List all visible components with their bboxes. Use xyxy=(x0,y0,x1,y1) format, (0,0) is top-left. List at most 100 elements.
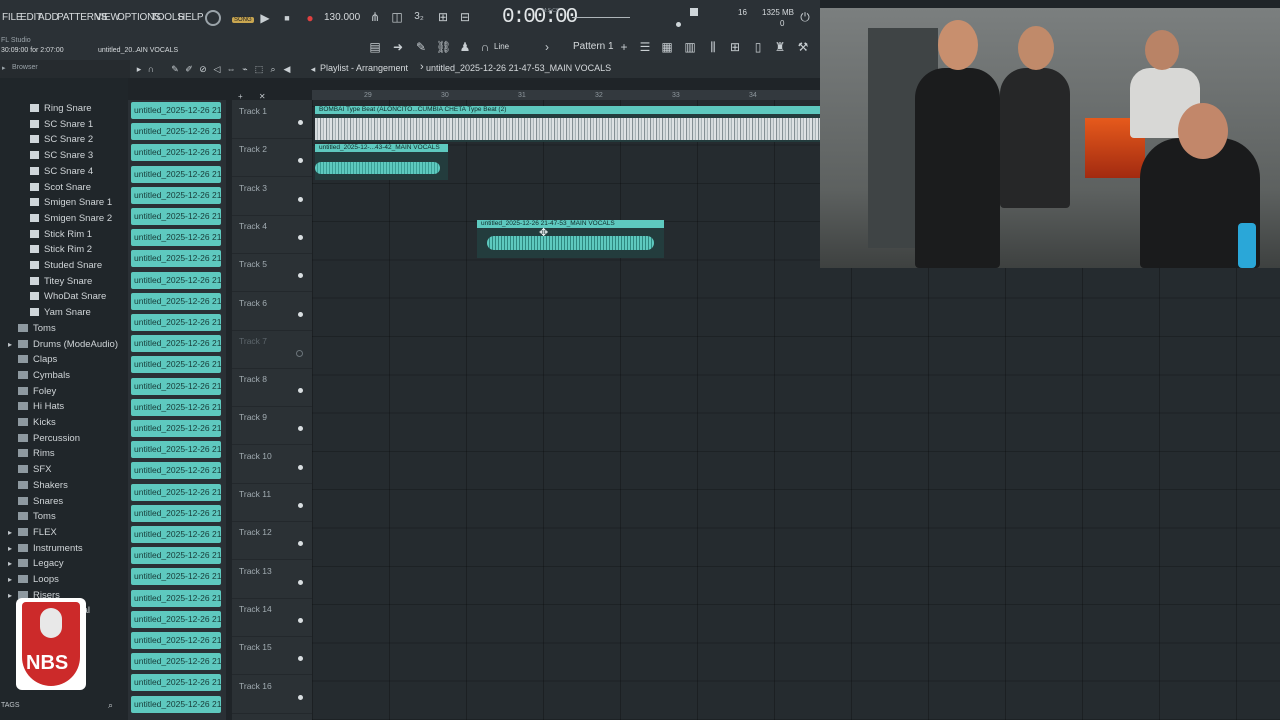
select-tool-icon[interactable]: ⬚ xyxy=(252,62,266,76)
track-enable-toggle[interactable] xyxy=(298,158,303,164)
track-header[interactable]: Track 1 xyxy=(232,100,312,139)
clip-source-item[interactable]: untitled_2025-12-26 21- xyxy=(131,271,221,289)
paint-tool-icon[interactable]: ✐ xyxy=(182,62,196,76)
stamp-icon[interactable]: ♟ xyxy=(458,40,472,54)
clip-source-item[interactable]: untitled_2025-12-26 21- xyxy=(131,314,221,331)
clip-source-item[interactable]: untitled_2025-12-26 21- xyxy=(131,250,221,268)
browser-item[interactable]: ▸ Loops xyxy=(8,574,59,588)
clip-source-item[interactable]: untitled_2025-12-26 21- xyxy=(131,356,221,374)
clip-source-item[interactable]: untitled_2025-12-26 21- xyxy=(131,504,221,522)
track-header[interactable]: Track 10 xyxy=(232,445,312,484)
clip-source-item[interactable]: untitled_2025-12-26 21- xyxy=(131,144,221,162)
clip-source-item[interactable]: untitled_2025-12-26 21- xyxy=(131,441,221,459)
document-icon[interactable]: ▯ xyxy=(751,40,765,54)
mute-tool-icon[interactable]: ◁ xyxy=(210,62,224,76)
play-icon[interactable]: ▶ xyxy=(258,11,272,25)
browser-item[interactable]: Yam Snare xyxy=(30,307,91,321)
wand-icon[interactable]: ⚒ xyxy=(796,40,810,54)
browser-item[interactable]: ▸ Drums (ModeAudio) xyxy=(8,339,118,353)
magnet-snap-icon[interactable]: ∩ xyxy=(144,62,158,76)
playlist-icon[interactable]: ☰ xyxy=(638,40,652,54)
master-volume-slider[interactable] xyxy=(572,17,630,18)
audio-clip-beat[interactable]: BOMBAI Type Beat (ALONCITO...CUMBIA CHET… xyxy=(315,106,820,142)
add-track-icon[interactable]: + xyxy=(238,92,243,101)
browser-item[interactable]: Titey Snare xyxy=(30,276,92,290)
browser-item[interactable]: Smigen Snare 2 xyxy=(30,213,112,227)
track-enable-toggle[interactable] xyxy=(298,694,303,700)
tempo-display[interactable]: 130.000 xyxy=(324,12,360,23)
browser-tree-icon[interactable]: ⊞ xyxy=(728,40,742,54)
browser-item[interactable]: SFX xyxy=(18,464,51,478)
clip-source-item[interactable]: untitled_2025-12-26 21- xyxy=(131,377,221,395)
audio-clip-vocal-1[interactable]: untitled_2025-12-...43-42_MAIN VOCALS xyxy=(315,144,448,180)
expand-arrow-icon[interactable]: ▸ xyxy=(8,591,16,600)
track-enable-toggle[interactable] xyxy=(298,311,303,317)
metronome-dial-icon[interactable] xyxy=(205,10,221,26)
track-header[interactable]: Track 14 xyxy=(232,598,312,637)
browser-item[interactable]: Shakers xyxy=(18,480,68,494)
track-enable-toggle[interactable] xyxy=(298,234,303,240)
track-enable-toggle[interactable] xyxy=(298,120,303,125)
add-pattern-icon[interactable]: + xyxy=(617,40,631,54)
pencil-icon[interactable]: ✎ xyxy=(414,40,428,54)
chevron-right-icon[interactable]: › xyxy=(540,40,554,54)
audio-clip-vocal-2[interactable]: untitled_2025-12-26 21-47-53_MAIN VOCALS… xyxy=(477,220,664,258)
power-icon[interactable]: ⏻ xyxy=(798,10,812,24)
clip-source-item[interactable]: untitled_2025-12-26 21- xyxy=(131,547,221,565)
browser-item[interactable]: Smigen Snare 1 xyxy=(30,197,112,211)
browser-item[interactable]: Foley xyxy=(18,386,56,400)
expand-arrow-icon[interactable]: ▸ xyxy=(8,340,16,349)
track-header[interactable]: Track 12 xyxy=(232,521,312,561)
track-enable-toggle[interactable] xyxy=(298,464,303,470)
snap-selector[interactable]: Line xyxy=(494,42,509,51)
clip-source-item[interactable]: untitled_2025-12-26 21- xyxy=(131,632,221,649)
clip-source-item[interactable]: untitled_2025-12-26 21- xyxy=(131,483,221,501)
browser-item[interactable]: Toms xyxy=(18,323,56,337)
piano-roll-icon[interactable]: ▦ xyxy=(660,40,674,54)
magnet-icon[interactable]: ∩ xyxy=(478,40,492,54)
browser-item[interactable]: ▸ FLEX xyxy=(8,527,57,541)
browser-item[interactable]: SC Snare 3 xyxy=(30,150,93,164)
browser-item[interactable]: Rims xyxy=(18,448,55,462)
browser-item[interactable]: Cymbals xyxy=(18,370,70,384)
browser-arrow-icon[interactable]: ▸ xyxy=(2,64,6,72)
track-enable-toggle[interactable] xyxy=(298,579,303,585)
draw-tool-icon[interactable]: ✎ xyxy=(168,62,182,76)
record-icon[interactable]: ● xyxy=(303,11,317,25)
tempo-tap-icon[interactable]: ⋔ xyxy=(368,10,382,24)
delete-tool-icon[interactable]: ⊘ xyxy=(196,62,210,76)
browser-item[interactable]: Percussion xyxy=(18,433,80,447)
clip-source-item[interactable]: untitled_2025-12-26 21- xyxy=(131,186,221,204)
menu-help[interactable]: HELP xyxy=(178,12,204,23)
browser-item[interactable]: Claps xyxy=(18,354,57,368)
clip-source-item[interactable]: untitled_2025-12-26 21- xyxy=(131,398,221,416)
browser-item[interactable]: ▸ Legacy xyxy=(8,558,64,572)
plugin-icon[interactable]: ♜ xyxy=(773,40,787,54)
browser-item[interactable]: Kicks xyxy=(18,417,56,431)
slice-tool-icon[interactable]: ⌁ xyxy=(238,62,252,76)
clip-source-item[interactable]: untitled_2025-12-26 21- xyxy=(131,653,221,671)
clip-source-item[interactable]: untitled_2025-12-26 21- xyxy=(131,695,221,713)
playlist-menu-icon[interactable]: ◂ xyxy=(306,62,320,76)
clip-source-item[interactable]: untitled_2025-12-26 21- xyxy=(131,589,221,607)
clip-source-item[interactable]: untitled_2025-12-26 21- xyxy=(131,462,221,480)
loop-record-icon[interactable]: ⊞ xyxy=(436,10,450,24)
browser-item[interactable]: SC Snare 4 xyxy=(30,166,93,180)
clip-source-item[interactable]: untitled_2025-12-26 21- xyxy=(131,674,221,692)
stop-icon[interactable]: ■ xyxy=(280,11,294,25)
countdown-icon[interactable]: 3₂ xyxy=(412,10,426,24)
playback-tool-icon[interactable]: ◀ xyxy=(280,62,294,76)
clip-source-item[interactable]: untitled_2025-12-26 21- xyxy=(131,229,221,247)
browser-item[interactable]: WhoDat Snare xyxy=(30,291,106,305)
browser-item[interactable]: Stick Rim 2 xyxy=(30,244,92,258)
clip-source-item[interactable]: untitled_2025-12-26 21- xyxy=(131,568,221,586)
track-enable-toggle[interactable] xyxy=(298,388,303,394)
channel-rack-icon[interactable]: ▥ xyxy=(683,40,697,54)
clip-source-item[interactable]: untitled_2025-12-26 21- xyxy=(131,165,221,183)
track-enable-toggle[interactable] xyxy=(298,196,303,202)
browser-item[interactable]: Ring Snare xyxy=(30,103,92,117)
track-header[interactable]: Track 11 xyxy=(232,483,312,522)
search-icon[interactable]: ⌕ xyxy=(108,700,113,711)
expand-arrow-icon[interactable]: ▸ xyxy=(8,528,16,537)
track-enable-toggle[interactable] xyxy=(298,503,303,508)
